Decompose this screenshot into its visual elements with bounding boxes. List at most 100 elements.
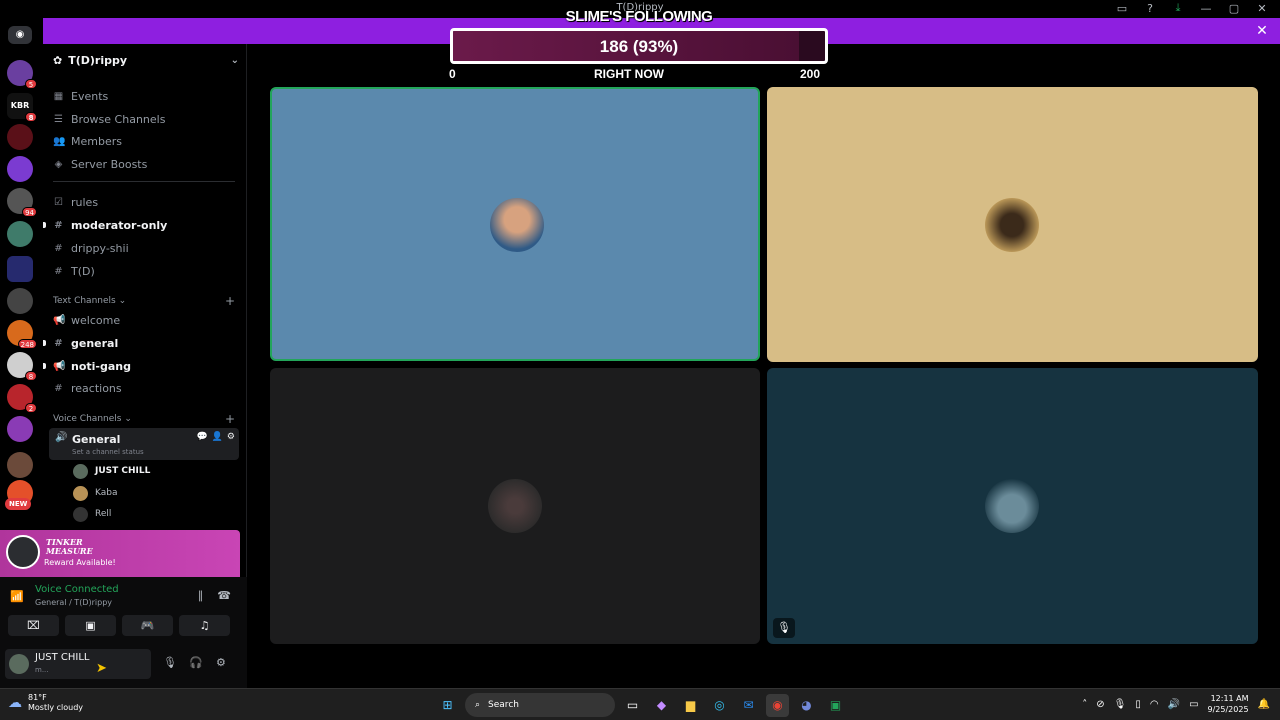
video-tile[interactable]: 🎙 [767, 368, 1258, 644]
activity-button[interactable]: 🎮 [122, 615, 173, 636]
server-icon[interactable] [7, 124, 33, 150]
nav-events[interactable]: ▦ Events [53, 87, 108, 105]
nav-browse-channels[interactable]: ☰ Browse Channels [53, 110, 165, 128]
phone-link-icon[interactable]: ▯ [1135, 699, 1141, 710]
nav-members[interactable]: 👥 Members [53, 132, 122, 150]
channel-rules[interactable]: ☑ rules [53, 193, 98, 211]
server-icon[interactable] [7, 416, 33, 442]
server-icon[interactable]: 8 [7, 352, 37, 381]
server-icon[interactable]: 248 [7, 320, 37, 349]
channel-drippy-shii[interactable]: # drippy-shii [53, 239, 128, 257]
server-icon[interactable] [7, 156, 33, 182]
file-explorer-icon[interactable]: ▆ [679, 694, 702, 717]
boost-icon: ◈ [54, 158, 63, 170]
channel-reactions[interactable]: # reactions [53, 379, 121, 397]
discord-taskbar-icon[interactable]: ◕ [795, 694, 818, 717]
follower-goal-progress: 186 (93%) [450, 28, 828, 64]
app-icon[interactable]: ▣ [824, 694, 847, 717]
windows-start-icon[interactable]: ⊞ [436, 694, 459, 717]
gear-icon[interactable]: ⚙ [227, 432, 235, 442]
server-header[interactable]: ✿ T(D)rippy ⌄ [53, 52, 239, 68]
channel-status-input[interactable]: Set a channel status [72, 448, 144, 456]
channel-noti-gang[interactable]: 📢 noti-gang [53, 357, 131, 375]
disconnect-icon[interactable]: ☎ [217, 589, 231, 602]
noise-suppression-icon[interactable]: ∥ [198, 589, 204, 602]
battery-icon[interactable]: ▭ [1189, 699, 1198, 710]
voice-user[interactable]: Kaba [73, 485, 118, 501]
search-box[interactable]: ⌕ Search [465, 693, 615, 717]
server-folder-icon[interactable] [7, 256, 33, 282]
progress-max-label: 200 [800, 67, 821, 81]
server-name: T(D)rippy [68, 53, 128, 67]
user-info[interactable]: JUST CHILL m... [5, 649, 151, 679]
rules-icon: ☑ [54, 196, 63, 208]
voice-connected-actions: ∥ ☎ [198, 589, 231, 602]
discord-app: T(D)rippy ▭ ? ⤓ — ▢ ✕ ✕ SLIME'S FOLLOWIN… [0, 0, 1280, 688]
edge-icon[interactable]: ◎ [708, 694, 731, 717]
reward-banner[interactable]: TINKER MEASURE Reward Available! [0, 530, 240, 577]
voice-channel-general[interactable]: 🔊 General Set a channel status 💬 👤 ⚙ [49, 428, 239, 460]
server-icon[interactable]: 94 [7, 188, 37, 217]
voice-connected-title[interactable]: Voice Connected [35, 584, 119, 595]
notifications-icon[interactable]: 🔔 [1258, 699, 1270, 710]
avatar [73, 506, 88, 522]
channel-general[interactable]: # general [53, 334, 118, 352]
server-icon[interactable]: 2 [7, 384, 37, 413]
screen-share-button[interactable]: ▣ [65, 615, 116, 636]
server-icon[interactable] [7, 221, 33, 247]
channel-moderator-only[interactable]: # moderator-only [53, 216, 167, 234]
signal-icon[interactable]: 📶 [10, 590, 24, 603]
voice-connected-subtitle[interactable]: General / T(D)rippy [35, 598, 112, 607]
voice-user[interactable]: Rell [73, 506, 111, 522]
channel-welcome[interactable]: 📢 welcome [53, 311, 120, 329]
outlook-icon[interactable]: ✉ [737, 694, 760, 717]
microphone-icon[interactable]: 🎙 [163, 656, 177, 669]
weather-widget[interactable]: ☁ 81°F Mostly cloudy [8, 693, 83, 713]
download-icon[interactable]: ⤓ [1170, 1, 1186, 15]
chat-icon[interactable]: 💬 [196, 432, 207, 442]
soundboard-button[interactable]: ♫ [179, 615, 230, 636]
add-channel-icon[interactable]: + [225, 412, 235, 426]
video-tile[interactable] [270, 368, 760, 644]
maximize-button[interactable]: ▢ [1226, 1, 1242, 15]
copilot-icon[interactable]: ◆ [650, 694, 673, 717]
discord-home-icon[interactable]: ◉ [8, 26, 32, 44]
hash-icon: # [54, 382, 63, 394]
nav-server-boosts[interactable]: ◈ Server Boosts [53, 155, 148, 173]
unread-indicator [43, 340, 46, 346]
help-icon[interactable]: ? [1142, 1, 1158, 15]
camera-off-button[interactable]: ⌧ [8, 615, 59, 636]
server-icon[interactable] [7, 452, 33, 478]
video-tile[interactable] [270, 87, 760, 361]
chevron-up-icon[interactable]: ˄ [1082, 699, 1087, 710]
server-icon[interactable]: KBR 8 [7, 93, 37, 122]
server-icon[interactable] [7, 288, 33, 314]
server-icon[interactable]: 5 [7, 60, 37, 89]
inbox-icon[interactable]: ▭ [1114, 1, 1130, 15]
progress-min-label: 0 [449, 67, 456, 81]
voice-channel-actions: 💬 👤 ⚙ [196, 432, 235, 442]
follower-goal-title: SLIME'S FOLLOWING [565, 8, 713, 25]
clock[interactable]: 12:11 AM 9/25/2025 [1208, 693, 1249, 715]
wifi-icon[interactable]: ◠ [1150, 699, 1159, 710]
channel-td[interactable]: # T(D) [53, 262, 94, 280]
video-tile[interactable] [767, 87, 1258, 362]
chrome-icon[interactable]: ◉ [766, 693, 789, 717]
category-voice-channels[interactable]: Voice Channels ⌄ + [53, 412, 235, 426]
invite-icon[interactable]: 👤 [212, 432, 223, 442]
voice-user[interactable]: JUST CHILL [73, 463, 150, 479]
microphone-icon[interactable]: 🎙 [1114, 699, 1127, 710]
browse-icon: ☰ [54, 113, 63, 125]
gear-icon[interactable]: ⚙ [216, 656, 226, 669]
close-window-button[interactable]: ✕ [1254, 1, 1270, 15]
add-channel-icon[interactable]: + [225, 294, 235, 308]
task-view-icon[interactable]: ▭ [621, 694, 644, 717]
close-icon[interactable]: ✕ [1254, 23, 1270, 39]
headphones-icon[interactable]: 🎧 [189, 656, 203, 669]
network-off-icon[interactable]: ⊘ [1096, 699, 1104, 710]
volume-icon[interactable]: 🔊 [1168, 699, 1180, 710]
reward-text: Reward Available! [44, 558, 116, 567]
category-text-channels[interactable]: Text Channels ⌄ + [53, 294, 235, 308]
system-tray: ˄ ⊘ 🎙 ▯ ◠ 🔊 ▭ 12:11 AM 9/25/2025 🔔 [1082, 693, 1270, 715]
minimize-button[interactable]: — [1198, 1, 1214, 15]
